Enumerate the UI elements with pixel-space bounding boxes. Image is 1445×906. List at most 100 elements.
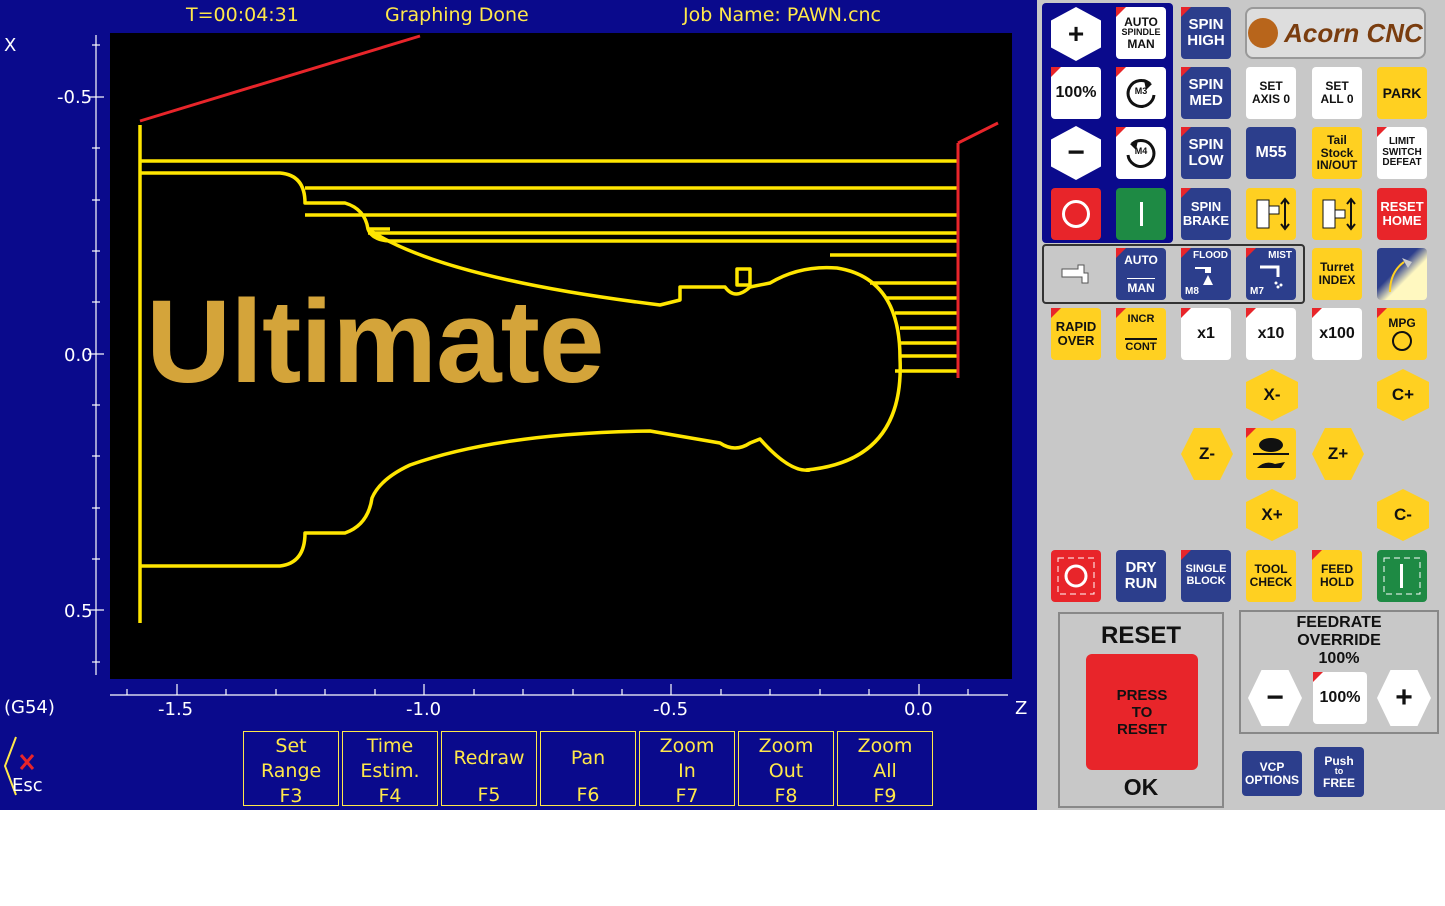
minus-icon: −	[1067, 136, 1085, 169]
spin-low-button[interactable]: SPIN LOW	[1181, 127, 1231, 179]
inout-label: IN/OUT	[1316, 158, 1358, 173]
mist-m7-button[interactable]: MIST M7	[1246, 248, 1296, 300]
single-block-button[interactable]: SINGLE BLOCK	[1181, 550, 1231, 602]
feedrate-btn-label: 100%	[1319, 688, 1361, 706]
z-tick-label: -0.5	[653, 699, 689, 720]
faucet-icon	[1061, 264, 1089, 284]
check-label: CHECK	[1249, 575, 1293, 589]
fkey-zoom-all[interactable]: Zoom All F9	[837, 731, 933, 807]
chuck-unclamp-button[interactable]	[1312, 188, 1362, 240]
flood-m8-button[interactable]: FLOOD M8	[1181, 248, 1231, 300]
escape-button[interactable]: Esc	[3, 735, 46, 797]
set-all-zero-button[interactable]: SET ALL 0	[1312, 67, 1362, 119]
mist-label: MIST	[1268, 250, 1292, 261]
jog-z-minus-button[interactable]: Z-	[1181, 428, 1233, 480]
chuck-icon	[1322, 197, 1356, 231]
z-tick-label: -1.5	[158, 699, 194, 720]
feedrate-increase-button[interactable]: +	[1377, 670, 1431, 726]
spindle-ccw-button[interactable]: M4	[1116, 127, 1166, 179]
lamp-icon	[1389, 258, 1412, 293]
high-label: HIGH	[1187, 32, 1225, 49]
jog-x10-button[interactable]: x10	[1246, 308, 1296, 360]
push-to-free-button[interactable]: Push to FREE	[1314, 747, 1364, 797]
vcp-label: VCP	[1259, 759, 1285, 774]
jog-label: Z-	[1198, 444, 1216, 463]
jog-speed-toggle-button[interactable]	[1246, 428, 1296, 480]
fkey-label: Pan	[570, 747, 606, 769]
reset-label: RESET	[1380, 199, 1424, 215]
flood-icon	[1195, 267, 1213, 285]
fkey-label: Zoom Out	[758, 735, 814, 782]
mpg-button[interactable]: MPG	[1377, 308, 1427, 360]
jog-z-plus-button[interactable]: Z+	[1312, 428, 1364, 480]
reset-title: RESET	[1100, 622, 1181, 649]
spindle-override-button[interactable]: 100%	[1051, 67, 1101, 119]
spindle-stop-button[interactable]	[1051, 188, 1101, 240]
block-label: BLOCK	[1186, 575, 1226, 587]
feedrate-panel: FEEDRATE OVERRIDE 100% − 100% +	[1239, 610, 1439, 734]
fkey-zoom-out[interactable]: Zoom Out F8	[738, 731, 834, 807]
fkey-code: F9	[873, 785, 897, 807]
handwheel-icon	[1392, 331, 1412, 352]
brake-label: BRAKE	[1182, 213, 1230, 228]
auto-spindle-button[interactable]: AUTO SPINDLE MAN	[1116, 7, 1166, 59]
options-label: OPTIONS	[1244, 772, 1299, 787]
m7-label: M7	[1250, 285, 1264, 297]
axis-zero-label: AXIS 0	[1251, 92, 1290, 106]
fkey-set-range[interactable]: Set Range F3	[243, 731, 339, 807]
work-light-button[interactable]	[1377, 248, 1427, 300]
spin-med-button[interactable]: SPIN MED	[1181, 67, 1231, 119]
toolpath-view[interactable]: Ultimate	[110, 33, 1012, 679]
coolant-icon-button[interactable]	[1051, 248, 1101, 300]
home-label: HOME	[1382, 213, 1422, 228]
dry-run-button[interactable]: DRY RUN	[1116, 550, 1166, 602]
fkey-label: Time Estim.	[360, 735, 420, 782]
auto-label: AUTO	[1124, 252, 1158, 267]
spindle-start-button[interactable]	[1116, 188, 1166, 240]
override-title: OVERRIDE	[1297, 632, 1381, 649]
fkey-pan[interactable]: Pan F6	[540, 731, 636, 806]
jog-c-plus-button[interactable]: C+	[1377, 369, 1429, 421]
spin-high-button[interactable]: SPIN HIGH	[1181, 7, 1231, 59]
feedrate-reset-button[interactable]: 100%	[1313, 672, 1367, 724]
incr-cont-button[interactable]: INCR CONT	[1116, 308, 1166, 360]
watermark-logo: Ultimate	[146, 276, 605, 408]
coolant-auto-man-button[interactable]: AUTO MAN	[1116, 248, 1166, 300]
spin-brake-button[interactable]: SPIN BRAKE	[1181, 188, 1231, 240]
feed-hold-button[interactable]: FEED HOLD	[1312, 550, 1362, 602]
jog-c-minus-button[interactable]: C-	[1377, 489, 1429, 541]
chuck-clamp-button[interactable]	[1246, 188, 1296, 240]
press-to-reset-button[interactable]: PRESS TO RESET	[1086, 654, 1198, 770]
cycle-start-button[interactable]	[1377, 550, 1427, 602]
jog-x-plus-button[interactable]: X+	[1246, 489, 1298, 541]
turret-index-button[interactable]: Turret INDEX	[1312, 248, 1362, 300]
jog-x-minus-button[interactable]: X-	[1246, 369, 1298, 421]
tool-check-button[interactable]: TOOL CHECK	[1246, 550, 1296, 602]
park-button[interactable]: PARK	[1377, 67, 1427, 119]
jog-x1-button[interactable]: x1	[1181, 308, 1231, 360]
fkey-redraw[interactable]: Redraw F5	[441, 731, 537, 806]
spindle-cw-button[interactable]: M3	[1116, 67, 1166, 119]
fkey-zoom-in[interactable]: Zoom In F7	[639, 731, 735, 807]
set-axis-zero-button[interactable]: SET AXIS 0	[1246, 67, 1296, 119]
graphing-panel: T=00:04:31 Graphing Done Job Name: PAWN.…	[0, 0, 1037, 810]
vcp-options-button[interactable]: VCP OPTIONS	[1242, 751, 1302, 796]
limit-switch-defeat-button[interactable]: LIMIT SWITCH DEFEAT	[1377, 127, 1427, 179]
virtual-control-panel: + 100% − AUTO SPINDLE MAN M3 M4 SPIN HIGH S…	[1037, 0, 1445, 810]
cnc-app: T=00:04:31 Graphing Done Job Name: PAWN.…	[0, 0, 1445, 810]
rapid-override-button[interactable]: RAPID OVER	[1051, 308, 1101, 360]
over-label: OVER	[1057, 333, 1095, 348]
jog-x100-button[interactable]: x100	[1312, 308, 1362, 360]
fkey-label: Zoom In	[659, 735, 715, 782]
tailstock-button[interactable]: Tail Stock IN/OUT	[1312, 127, 1362, 179]
reset-home-button[interactable]: RESET HOME	[1377, 188, 1427, 240]
cycle-stop-button[interactable]	[1051, 550, 1101, 602]
cycle-start-icon	[1383, 557, 1421, 595]
fkey-time-estim[interactable]: Time Estim. F4	[342, 731, 438, 807]
fkey-code: F4	[378, 785, 402, 807]
man-label: MAN	[1127, 277, 1155, 295]
m55-button[interactable]: M55	[1246, 127, 1296, 179]
x100-label: x100	[1319, 324, 1355, 342]
feedrate-decrease-button[interactable]: −	[1248, 670, 1302, 726]
low-label: LOW	[1188, 152, 1224, 169]
